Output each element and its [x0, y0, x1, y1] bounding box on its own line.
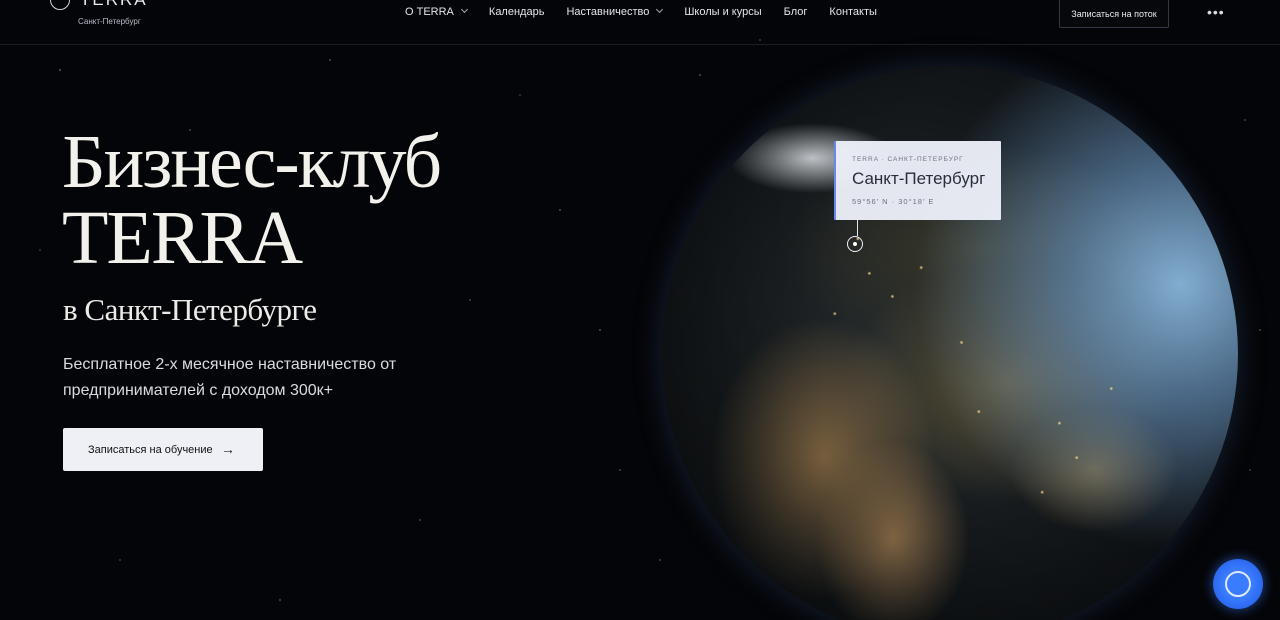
site-header: TERRA Санкт-Петербург О TERRA Календарь …	[0, 0, 1280, 45]
nav-item-about[interactable]: О TERRA	[405, 5, 468, 18]
nav-item-contacts[interactable]: Контакты	[829, 6, 877, 18]
nav-item-schools[interactable]: Школы и курсы	[684, 6, 761, 18]
enroll-training-button[interactable]: Записаться на обучение →	[63, 428, 263, 471]
logo[interactable]: TERRA	[50, 0, 148, 10]
logo-text: TERRA	[80, 0, 148, 10]
enroll-stream-button[interactable]: Записаться на поток	[1059, 0, 1169, 28]
location-card-eyebrow: TERRA · САНКТ-ПЕТЕРБУРГ	[852, 156, 964, 163]
nav-item-label: Блог	[783, 6, 808, 18]
location-card-coords: 59°56′ N · 30°18′ E	[852, 197, 935, 206]
enroll-training-label: Записаться на обучение	[88, 443, 213, 456]
logo-subtitle: Санкт-Петербург	[78, 17, 141, 26]
location-card: TERRA · САНКТ-ПЕТЕРБУРГ Санкт-Петербург …	[834, 141, 1001, 220]
logo-circle-icon	[50, 0, 70, 10]
nav-item-label: О TERRA	[405, 6, 454, 18]
hero-title-line1: Бизнес-клуб	[62, 120, 442, 204]
nav-item-label: Наставничество	[566, 6, 650, 18]
chevron-down-icon	[656, 5, 664, 13]
nav-item-mentorship[interactable]: Наставничество	[566, 5, 664, 18]
location-pin-icon[interactable]	[847, 236, 863, 252]
hero-subtitle: в Санкт-Петербурге	[63, 292, 317, 327]
arrow-right-icon: →	[221, 441, 235, 457]
chat-widget-button[interactable]	[1213, 559, 1263, 609]
nav-item-label: Школы и курсы	[684, 6, 762, 18]
more-menu-icon[interactable]: •••	[1207, 4, 1225, 20]
location-card-city: Санкт-Петербург	[852, 169, 986, 188]
nav-item-calendar[interactable]: Календарь	[489, 6, 545, 18]
nav-item-label: Контакты	[829, 6, 877, 18]
location-pin-dot	[853, 242, 857, 246]
hero-description: Бесплатное 2-х месячное наставничество о…	[63, 356, 397, 399]
hero-title-line2: TERRA	[62, 196, 303, 280]
hero-title: Бизнес-клуб TERRA	[62, 120, 442, 280]
location-connector-line	[857, 220, 858, 236]
chat-ring-icon	[1225, 571, 1251, 597]
main-nav: О TERRA Календарь Наставничество Школы и…	[405, 5, 899, 18]
chevron-down-icon	[460, 5, 468, 13]
nav-item-label: Календарь	[488, 6, 545, 18]
nav-item-blog[interactable]: Блог	[784, 6, 808, 18]
